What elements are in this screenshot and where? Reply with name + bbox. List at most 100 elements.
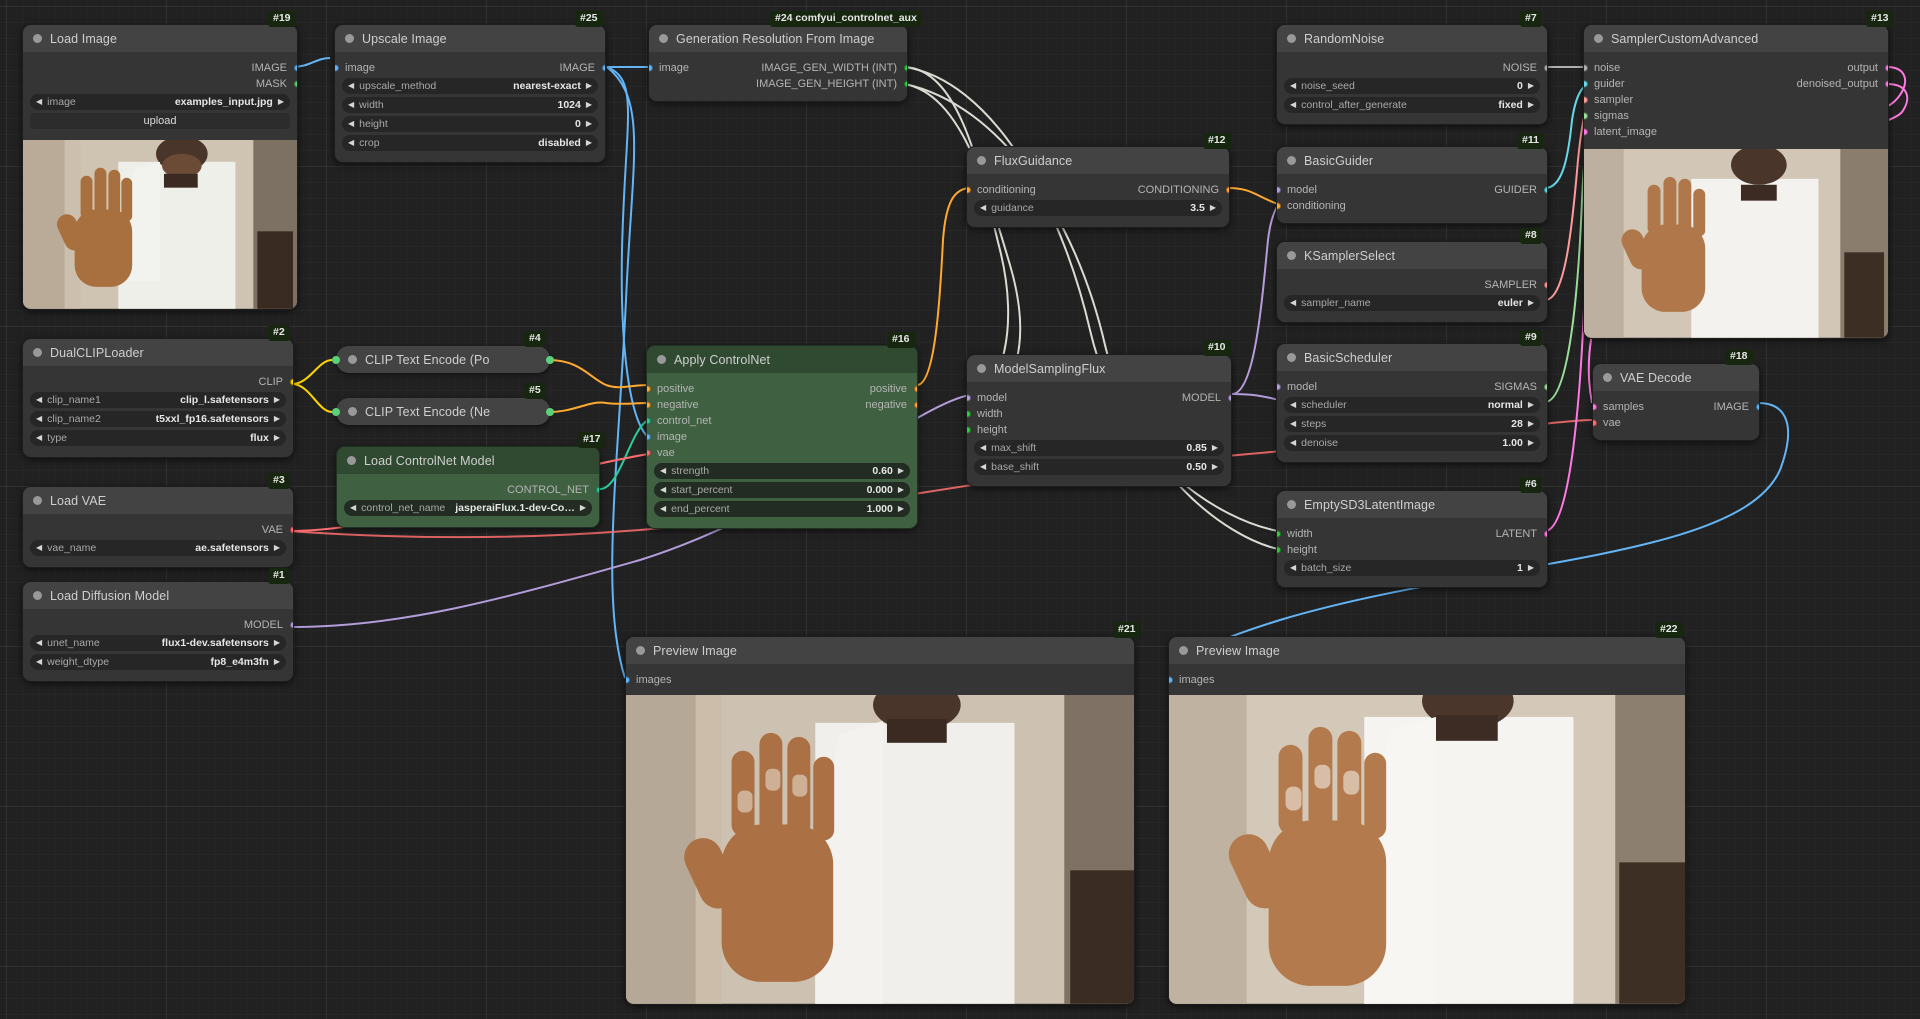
- collapse-dot-icon[interactable]: [345, 34, 354, 43]
- collapse-dot-icon[interactable]: [1287, 353, 1296, 362]
- widget-right-arrow-icon[interactable]: ▶: [586, 82, 592, 90]
- widget-right-arrow-icon[interactable]: ▶: [898, 467, 904, 475]
- widget-type[interactable]: ◀ type flux ▶: [30, 430, 286, 446]
- port-in-width[interactable]: [1277, 530, 1281, 538]
- widget-right-arrow-icon[interactable]: ▶: [1528, 420, 1534, 428]
- io-slot-row-model[interactable]: model GUIDER: [1277, 183, 1547, 197]
- widget-right-arrow-icon[interactable]: ▶: [586, 101, 592, 109]
- widget-right-arrow-icon[interactable]: ▶: [278, 98, 284, 106]
- input-slot-conditioning[interactable]: conditioning: [1277, 199, 1547, 213]
- input-slot-vae[interactable]: vae: [1593, 416, 1759, 430]
- io-slot-row-positive[interactable]: positive positive: [647, 382, 917, 396]
- node-empty-sd3-latent-image[interactable]: EmptySD3LatentImage width LATENT height …: [1276, 490, 1548, 588]
- port-in-positive[interactable]: [647, 385, 651, 393]
- widget-left-arrow-icon[interactable]: ◀: [36, 434, 42, 442]
- node-header-preview-image-2[interactable]: Preview Image: [1169, 637, 1685, 664]
- widget-left-arrow-icon[interactable]: ◀: [348, 139, 354, 147]
- port-in-height[interactable]: [967, 426, 971, 434]
- widget-right-arrow-icon[interactable]: ▶: [898, 505, 904, 513]
- port-out-image[interactable]: [1755, 403, 1759, 411]
- node-header-gen-resolution[interactable]: Generation Resolution From Image: [649, 25, 907, 52]
- io-slot-row-guider[interactable]: guider denoised_output: [1584, 77, 1888, 91]
- port-out-image[interactable]: [293, 64, 297, 72]
- port-in-clip[interactable]: [332, 355, 340, 364]
- widget-left-arrow-icon[interactable]: ◀: [350, 504, 356, 512]
- widget-right-arrow-icon[interactable]: ▶: [274, 415, 280, 423]
- widget-right-arrow-icon[interactable]: ▶: [586, 139, 592, 147]
- widget-right-arrow-icon[interactable]: ▶: [274, 434, 280, 442]
- widget-vae-name[interactable]: ◀ vae_name ae.safetensors ▶: [30, 540, 286, 556]
- widget-control-after-generate[interactable]: ◀ control_after_generate fixed ▶: [1284, 97, 1540, 113]
- widget-right-arrow-icon[interactable]: ▶: [274, 658, 280, 666]
- node-load-controlnet-model[interactable]: Load ControlNet Model CONTROL_NET ◀ cont…: [336, 446, 600, 528]
- widget-right-arrow-icon[interactable]: ▶: [898, 486, 904, 494]
- collapse-dot-icon[interactable]: [1603, 373, 1612, 382]
- widget-right-arrow-icon[interactable]: ▶: [1528, 101, 1534, 109]
- node-header-apply-controlnet[interactable]: Apply ControlNet: [647, 346, 917, 373]
- widget-left-arrow-icon[interactable]: ◀: [36, 658, 42, 666]
- port-in-control-net[interactable]: [647, 417, 651, 425]
- port-in-image[interactable]: [335, 64, 339, 72]
- node-preview-image-1[interactable]: Preview Image images: [625, 636, 1135, 1005]
- node-preview-image-2[interactable]: Preview Image images: [1168, 636, 1686, 1005]
- widget-left-arrow-icon[interactable]: ◀: [660, 505, 666, 513]
- collapse-dot-icon[interactable]: [348, 407, 357, 416]
- collapse-dot-icon[interactable]: [1287, 500, 1296, 509]
- node-header-preview-image-1[interactable]: Preview Image: [626, 637, 1134, 664]
- widget-max-shift[interactable]: ◀ max_shift 0.85 ▶: [974, 440, 1224, 456]
- input-slot-images[interactable]: images: [1169, 673, 1685, 687]
- input-slot-control-net[interactable]: control_net: [647, 414, 917, 428]
- port-out-sampler[interactable]: [1543, 281, 1547, 289]
- node-apply-controlnet[interactable]: Apply ControlNet positive positive negat…: [646, 345, 918, 529]
- collapse-dot-icon[interactable]: [33, 34, 42, 43]
- node-flux-guidance[interactable]: FluxGuidance conditioning CONDITIONING ◀…: [966, 146, 1230, 228]
- collapse-dot-icon[interactable]: [657, 355, 666, 364]
- output-slot-gen-height[interactable]: IMAGE_GEN_HEIGHT (INT): [649, 77, 907, 91]
- node-basic-scheduler[interactable]: BasicScheduler model SIGMAS ◀ scheduler …: [1276, 343, 1548, 463]
- widget-left-arrow-icon[interactable]: ◀: [1290, 439, 1296, 447]
- widget-left-arrow-icon[interactable]: ◀: [348, 120, 354, 128]
- io-slot-row-image[interactable]: image IMAGE: [335, 61, 605, 75]
- widget-crop[interactable]: ◀ crop disabled ▶: [342, 135, 598, 151]
- input-slot-width[interactable]: width: [967, 407, 1231, 421]
- port-out-image[interactable]: [601, 64, 605, 72]
- widget-right-arrow-icon[interactable]: ▶: [1212, 444, 1218, 452]
- io-slot-row-image[interactable]: image IMAGE_GEN_WIDTH (INT): [649, 61, 907, 75]
- port-in-image[interactable]: [647, 433, 651, 441]
- widget-control-net-name[interactable]: ◀ control_net_name jasperaiFlux.1-dev-Co…: [344, 500, 592, 516]
- collapse-dot-icon[interactable]: [347, 456, 356, 465]
- widget-end-percent[interactable]: ◀ end_percent 1.000 ▶: [654, 501, 910, 517]
- collapse-dot-icon[interactable]: [1594, 34, 1603, 43]
- node-clip-text-encode-positive[interactable]: CLIP Text Encode (Po: [332, 346, 554, 373]
- input-slot-sigmas[interactable]: sigmas: [1584, 109, 1888, 123]
- port-in-clip[interactable]: [332, 407, 340, 416]
- port-in-model[interactable]: [1277, 383, 1281, 391]
- widget-steps[interactable]: ◀ steps 28 ▶: [1284, 416, 1540, 432]
- collapse-dot-icon[interactable]: [636, 646, 645, 655]
- collapse-dot-icon[interactable]: [348, 355, 357, 364]
- node-upscale-image[interactable]: Upscale Image image IMAGE ◀ upscale_meth…: [334, 24, 606, 163]
- port-out-control-net[interactable]: [595, 486, 599, 494]
- node-header-basic-guider[interactable]: BasicGuider: [1277, 147, 1547, 174]
- widget-right-arrow-icon[interactable]: ▶: [1528, 439, 1534, 447]
- port-out-model[interactable]: [289, 621, 293, 629]
- widget-right-arrow-icon[interactable]: ▶: [1528, 564, 1534, 572]
- port-out-vae[interactable]: [289, 526, 293, 534]
- input-slot-latent-image[interactable]: latent_image: [1584, 125, 1888, 139]
- widget-clip-name1[interactable]: ◀ clip_name1 clip_l.safetensors ▶: [30, 392, 286, 408]
- collapse-dot-icon[interactable]: [33, 496, 42, 505]
- widget-right-arrow-icon[interactable]: ▶: [274, 639, 280, 647]
- node-ksampler-select[interactable]: KSamplerSelect SAMPLER ◀ sampler_name eu…: [1276, 241, 1548, 323]
- widget-left-arrow-icon[interactable]: ◀: [1290, 101, 1296, 109]
- widget-sampler-name[interactable]: ◀ sampler_name euler ▶: [1284, 295, 1540, 311]
- port-in-noise[interactable]: [1584, 64, 1588, 72]
- output-slot-sampler[interactable]: SAMPLER: [1277, 278, 1547, 292]
- port-in-conditioning[interactable]: [1277, 202, 1281, 210]
- workflow-canvas[interactable]: #19 Load Image IMAGE MASK ◀ image exampl…: [0, 0, 1920, 1019]
- port-out-negative[interactable]: [913, 401, 917, 409]
- port-in-sigmas[interactable]: [1584, 112, 1588, 120]
- port-out-denoised-output[interactable]: [1884, 80, 1888, 88]
- output-slot-model[interactable]: MODEL: [23, 618, 293, 632]
- input-slot-sampler[interactable]: sampler: [1584, 93, 1888, 107]
- collapse-dot-icon[interactable]: [977, 156, 986, 165]
